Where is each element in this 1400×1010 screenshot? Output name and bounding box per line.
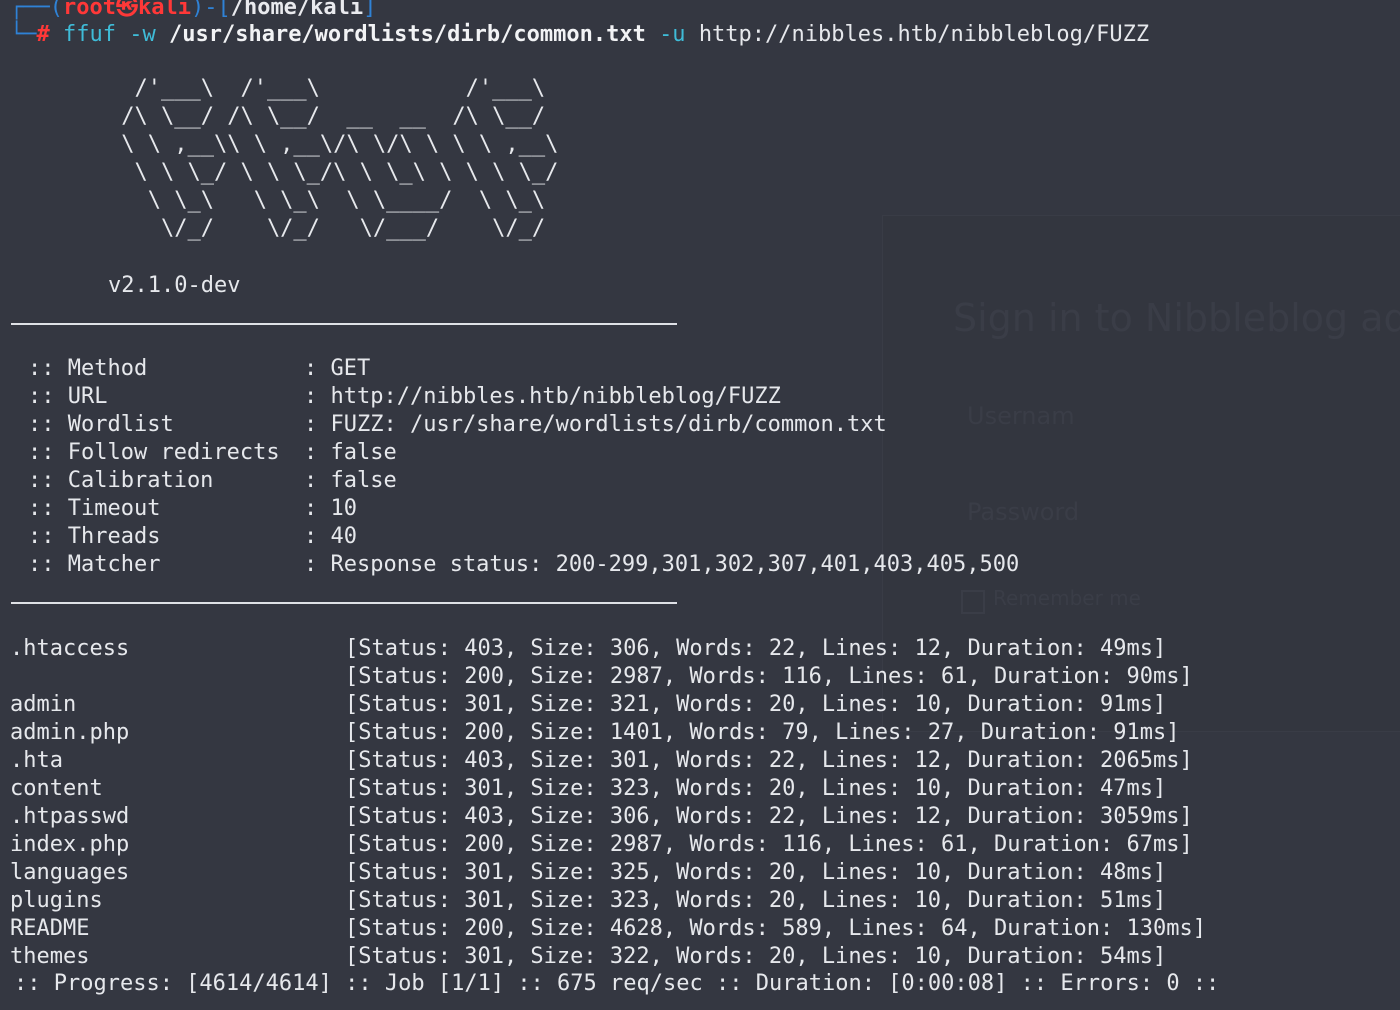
progress-status-line: :: Progress: [4614/4614] :: Job [1/1] ::… bbox=[14, 971, 1220, 996]
config-key-matcher: :: Matcher bbox=[28, 552, 161, 577]
result-status: [Status: 200, Size: 2987, Words: 116, Li… bbox=[345, 832, 1193, 857]
config-value-wordlist: : FUZZ: /usr/share/wordlists/dirb/common… bbox=[304, 412, 887, 437]
result-status: [Status: 403, Size: 306, Words: 22, Line… bbox=[345, 804, 1193, 829]
prompt-header: ┌──(root㉿kali)-[/home/kali] bbox=[10, 0, 376, 22]
result-status: [Status: 403, Size: 301, Words: 22, Line… bbox=[345, 748, 1193, 773]
config-value-method: : GET bbox=[304, 356, 371, 381]
ffuf-version: v2.1.0-dev bbox=[108, 273, 241, 298]
config-value-threads: : 40 bbox=[304, 524, 357, 549]
username-placeholder: Usernam bbox=[967, 402, 1075, 430]
divider-bottom bbox=[11, 602, 677, 604]
result-status: [Status: 301, Size: 323, Words: 20, Line… bbox=[345, 776, 1167, 801]
result-status: [Status: 403, Size: 306, Words: 22, Line… bbox=[345, 636, 1167, 661]
config-value-timeout: : 10 bbox=[304, 496, 357, 521]
result-name: .htaccess bbox=[10, 636, 130, 661]
config-key-wordlist: :: Wordlist bbox=[28, 412, 174, 437]
result-status: [Status: 301, Size: 323, Words: 20, Line… bbox=[345, 888, 1167, 913]
config-key-method: :: Method bbox=[28, 356, 148, 381]
wordlist-flag: -w bbox=[129, 22, 156, 47]
result-name: index.php bbox=[10, 832, 130, 857]
result-name: admin bbox=[10, 692, 77, 717]
prompt-hash: # bbox=[36, 22, 50, 47]
config-key-calibration: :: Calibration bbox=[28, 468, 214, 493]
config-key-threads: :: Threads bbox=[28, 524, 161, 549]
wordlist-path: /usr/share/wordlists/dirb/common.txt bbox=[168, 22, 646, 47]
prompt-user: root㉿kali bbox=[62, 0, 191, 20]
result-status: [Status: 200, Size: 4628, Words: 589, Li… bbox=[345, 916, 1206, 941]
result-name: README bbox=[10, 916, 90, 941]
remember-checkbox bbox=[961, 590, 985, 614]
config-key-follow-redirects: :: Follow redirects bbox=[28, 440, 280, 465]
divider-top bbox=[11, 323, 677, 325]
result-name: plugins bbox=[10, 888, 103, 913]
result-status: [Status: 200, Size: 1401, Words: 79, Lin… bbox=[345, 720, 1180, 745]
target-url: http://nibbles.htb/nibbleblog/FUZZ bbox=[698, 22, 1150, 47]
result-status: [Status: 200, Size: 2987, Words: 116, Li… bbox=[345, 664, 1193, 689]
command-line[interactable]: └─# ffuf -w /usr/share/wordlists/dirb/co… bbox=[10, 21, 1149, 49]
config-value-follow-redirects: : false bbox=[304, 440, 397, 465]
result-name: .hta bbox=[10, 748, 63, 773]
prompt-close-bracket: ] bbox=[363, 0, 377, 20]
result-name: .htpasswd bbox=[10, 804, 130, 829]
result-status: [Status: 301, Size: 321, Words: 20, Line… bbox=[345, 692, 1167, 717]
prompt-separator: )-[ bbox=[190, 0, 231, 20]
prompt-corner-bottom: └─ bbox=[10, 22, 37, 47]
config-key-timeout: :: Timeout bbox=[28, 496, 161, 521]
remember-label: Remember me bbox=[993, 586, 1141, 610]
result-status: [Status: 301, Size: 325, Words: 20, Line… bbox=[345, 860, 1167, 885]
prompt-path: /home/kali bbox=[230, 0, 364, 20]
config-key-url: :: URL bbox=[28, 384, 108, 409]
result-name: languages bbox=[10, 860, 130, 885]
command-name: ffuf bbox=[63, 22, 116, 47]
prompt-corner: ┌──( bbox=[10, 0, 63, 20]
result-status: [Status: 301, Size: 322, Words: 20, Line… bbox=[345, 944, 1167, 969]
url-flag: -u bbox=[659, 22, 686, 47]
password-placeholder: Password bbox=[967, 498, 1080, 526]
config-value-matcher: : Response status: 200-299,301,302,307,4… bbox=[304, 552, 1020, 577]
result-name: admin.php bbox=[10, 720, 130, 745]
config-value-url: : http://nibbles.htb/nibbleblog/FUZZ bbox=[304, 384, 781, 409]
config-value-calibration: : false bbox=[304, 468, 397, 493]
result-name: themes bbox=[10, 944, 90, 969]
result-name: content bbox=[10, 776, 103, 801]
ffuf-ascii-banner: /'___\ /'___\ /'___\ /\ \__/ /\ \__/ __ … bbox=[121, 76, 559, 241]
login-title: Sign in to Nibbleblog admi bbox=[953, 296, 1400, 340]
